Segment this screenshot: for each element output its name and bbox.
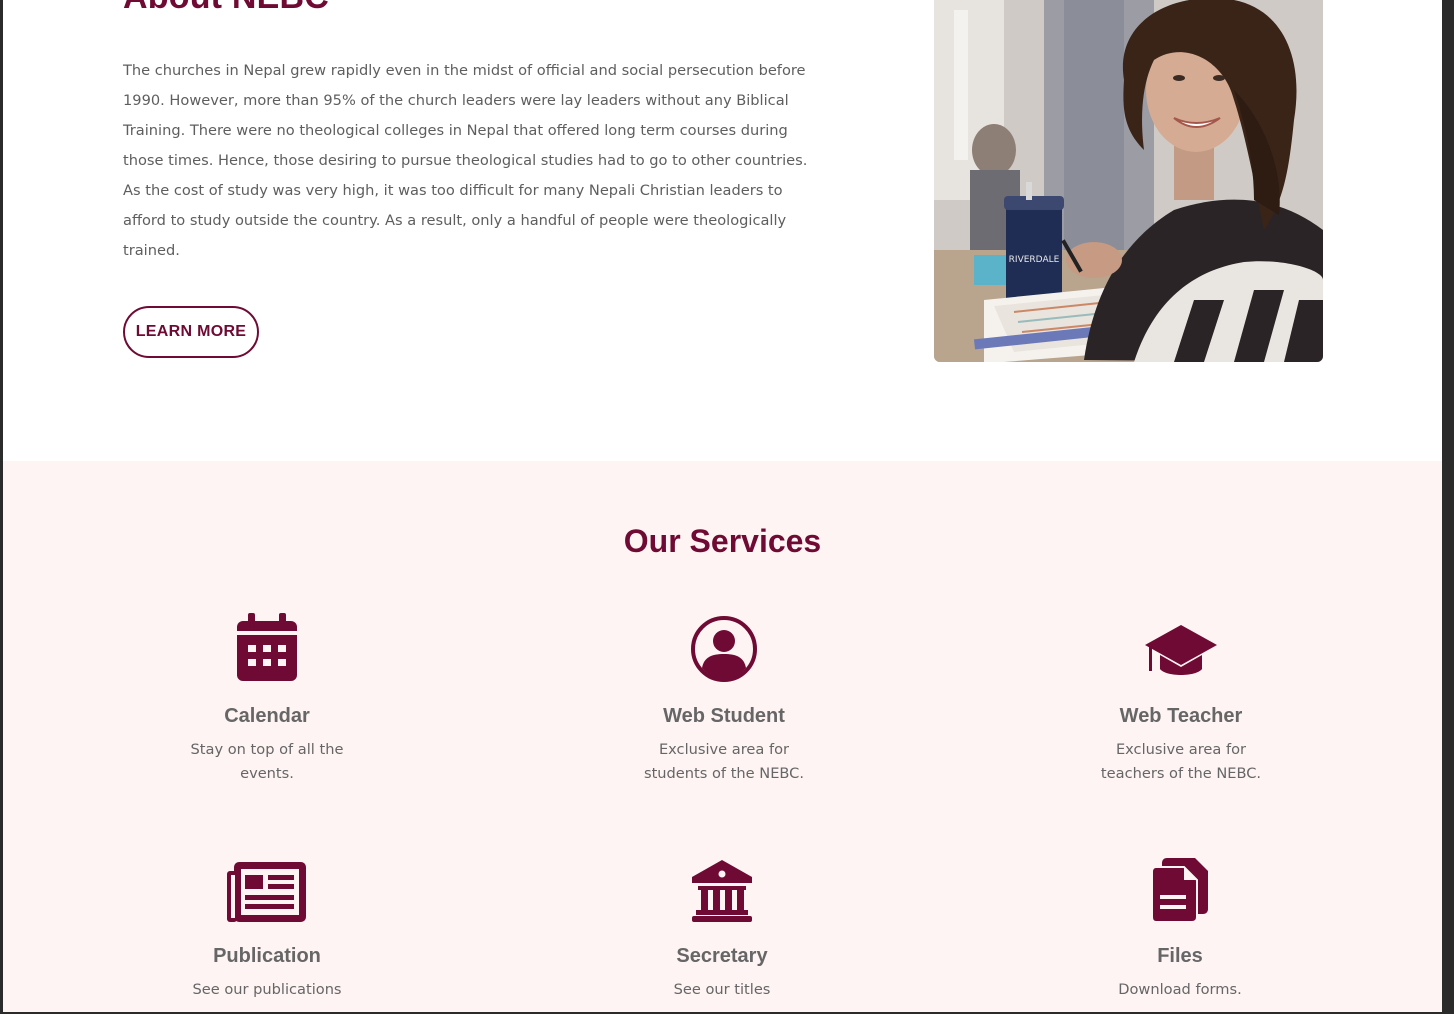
service-secretary[interactable]: Secretary See our titles [572,851,872,1002]
landmark-icon [572,851,872,923]
svg-text:RIVERDALE: RIVERDALE [1009,255,1060,265]
service-desc: See our titles [673,981,771,998]
learn-more-button[interactable]: LEARN MORE [123,306,259,358]
calendar-icon [117,611,417,683]
service-name: Web Teacher [1119,705,1243,727]
user-circle-icon [574,611,874,683]
service-desc: Stay on top of all the events. [190,741,344,782]
service-name: Calendar [224,705,310,727]
about-paragraph: The churches in Nepal grew rapidly even … [123,62,808,259]
about-title: About NEBC [123,0,329,17]
service-desc: See our publications [192,981,342,998]
service-desc: Exclusive area for teachers of the NEBC. [1100,741,1262,782]
graduation-cap-icon [1031,611,1331,683]
page-frame: About NEBC The churches in Nepal grew ra… [3,0,1442,1012]
service-name: Secretary [676,945,768,967]
files-icon [1030,851,1330,923]
service-desc: Exclusive area for students of the NEBC. [643,741,805,782]
service-name: Files [1157,945,1203,967]
service-calendar[interactable]: Calendar Stay on top of all the events. [117,611,417,786]
service-name: Web Student [663,705,785,727]
service-web-teacher[interactable]: Web Teacher Exclusive area for teachers … [1031,611,1331,786]
service-name: Publication [213,945,321,967]
service-files[interactable]: Files Download forms. [1030,851,1330,1002]
services-title: Our Services [623,523,822,559]
service-web-student[interactable]: Web Student Exclusive area for students … [574,611,874,786]
service-desc: Download forms. [1118,981,1242,998]
newspaper-icon [117,851,417,923]
services-section: Our Services Calendar Stay on top of all… [3,461,1442,1012]
about-section: About NEBC The churches in Nepal grew ra… [3,0,1442,461]
student-photo: RIVERDALE [934,0,1323,362]
service-publication[interactable]: Publication See our publications [117,851,417,1002]
